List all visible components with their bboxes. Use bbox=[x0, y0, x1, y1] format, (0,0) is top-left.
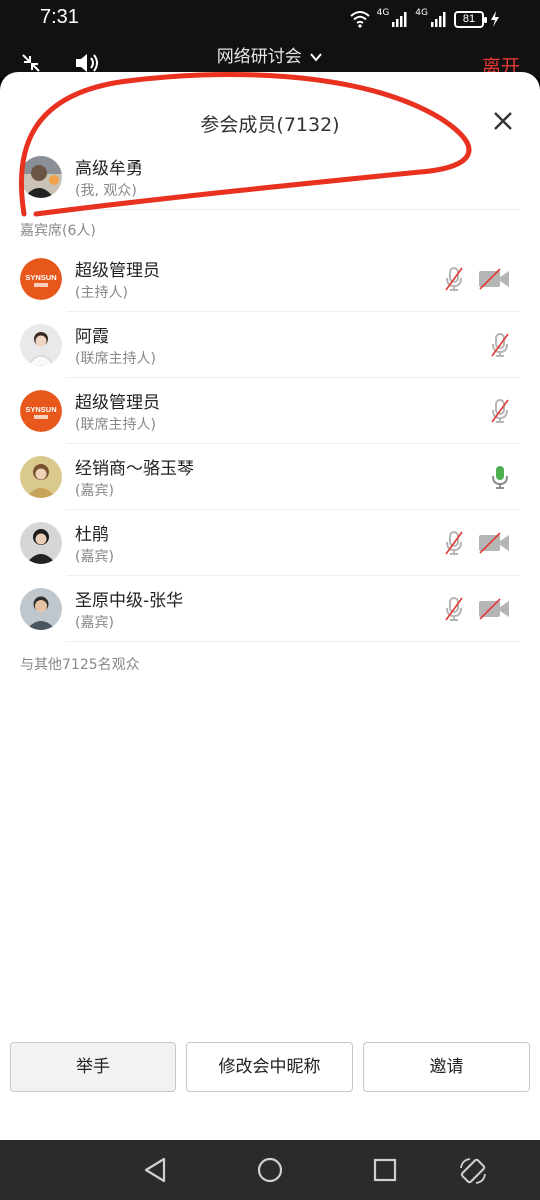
member-status-icons bbox=[444, 528, 510, 558]
divider bbox=[66, 209, 520, 210]
wifi-icon bbox=[349, 11, 370, 28]
member-row[interactable]: 阿霞 (联席主持人) bbox=[0, 312, 540, 378]
avatar bbox=[20, 522, 62, 564]
mic-muted-icon[interactable] bbox=[444, 530, 464, 556]
avatar bbox=[20, 324, 62, 366]
raise-hand-button[interactable]: 举手 bbox=[10, 1042, 176, 1092]
member-name: 杜鹃 bbox=[75, 525, 109, 545]
member-status-icons bbox=[490, 396, 510, 426]
member-name: 超级管理员 bbox=[75, 261, 160, 281]
avatar: SYNSUN bbox=[20, 390, 62, 432]
member-status-icons bbox=[490, 462, 510, 492]
panel-title: 参会成员(7132) bbox=[200, 114, 340, 136]
camera-off-icon[interactable] bbox=[478, 598, 510, 620]
self-member-row[interactable]: 高级牟勇 (我, 观众) bbox=[0, 144, 540, 210]
close-icon[interactable] bbox=[492, 110, 514, 132]
network-type-2: 4G bbox=[415, 8, 428, 18]
member-name: 高级牟勇 bbox=[75, 159, 143, 179]
member-row[interactable]: 圣原中级-张华 (嘉宾) bbox=[0, 576, 540, 642]
mic-muted-icon[interactable] bbox=[490, 398, 510, 424]
member-role: (我, 观众) bbox=[75, 183, 137, 199]
charging-icon bbox=[491, 11, 499, 27]
guest-section-label: 嘉宾席(6人) bbox=[20, 223, 96, 239]
member-row[interactable]: SYNSUN 超级管理员 (联席主持人) bbox=[0, 378, 540, 444]
member-row[interactable]: 经销商～骆玉琴 (嘉宾) bbox=[0, 444, 540, 510]
meeting-title-dropdown[interactable]: 网络研讨会 bbox=[0, 42, 540, 67]
meeting-title: 网络研讨会 bbox=[216, 47, 302, 67]
logo-text: SYNSUN bbox=[25, 405, 56, 414]
member-status-icons bbox=[490, 330, 510, 360]
avatar: SYNSUN bbox=[20, 258, 62, 300]
member-role: (嘉宾) bbox=[75, 549, 114, 565]
member-role: (主持人) bbox=[75, 285, 128, 301]
member-name: 阿霞 bbox=[75, 327, 109, 347]
action-bar: 举手 修改会中昵称 邀请 bbox=[0, 1042, 540, 1094]
rename-button[interactable]: 修改会中昵称 bbox=[186, 1042, 353, 1092]
back-icon[interactable] bbox=[142, 1156, 168, 1184]
member-name: 经销商～骆玉琴 bbox=[75, 459, 194, 479]
chevron-down-icon bbox=[310, 53, 322, 62]
member-name: 超级管理员 bbox=[75, 393, 160, 413]
member-role: (联席主持人) bbox=[75, 351, 156, 367]
member-status-icons bbox=[444, 264, 510, 294]
home-icon[interactable] bbox=[256, 1156, 284, 1184]
mic-muted-icon[interactable] bbox=[444, 266, 464, 292]
signal-icon bbox=[431, 12, 446, 27]
status-bar: 7:31 4G 4G 81 bbox=[0, 0, 540, 38]
member-role: (嘉宾) bbox=[75, 615, 114, 631]
member-status-icons bbox=[444, 594, 510, 624]
network-type-1: 4G bbox=[376, 8, 390, 18]
mic-muted-icon[interactable] bbox=[490, 332, 510, 358]
status-time: 7:31 bbox=[40, 6, 79, 28]
member-row[interactable]: 杜鹃 (嘉宾) bbox=[0, 510, 540, 576]
avatar bbox=[20, 588, 62, 630]
member-row[interactable]: SYNSUN 超级管理员 (主持人) bbox=[0, 246, 540, 312]
audience-summary: 与其他7125名观众 bbox=[20, 657, 140, 673]
invite-button[interactable]: 邀请 bbox=[363, 1042, 530, 1092]
status-icons: 4G 4G 81 bbox=[349, 8, 500, 30]
system-nav-bar bbox=[0, 1140, 540, 1200]
signal-icon bbox=[392, 12, 407, 27]
camera-off-icon[interactable] bbox=[478, 532, 510, 554]
member-role: (联席主持人) bbox=[75, 417, 156, 433]
avatar bbox=[20, 456, 62, 498]
participants-panel: 参会成员(7132) 高级牟勇 (我, 观众) 嘉宾席(6人) SYNSUN 超… bbox=[0, 72, 540, 1140]
camera-off-icon[interactable] bbox=[478, 268, 510, 290]
rotate-icon[interactable] bbox=[458, 1156, 488, 1186]
recents-icon[interactable] bbox=[372, 1156, 398, 1184]
logo-text: SYNSUN bbox=[25, 273, 56, 282]
battery-level: 81 bbox=[454, 10, 487, 28]
divider bbox=[66, 641, 520, 642]
member-name: 圣原中级-张华 bbox=[75, 591, 184, 611]
member-role: (嘉宾) bbox=[75, 483, 114, 499]
avatar bbox=[20, 156, 62, 198]
mic-muted-icon[interactable] bbox=[444, 596, 464, 622]
mic-active-icon[interactable] bbox=[490, 464, 510, 490]
